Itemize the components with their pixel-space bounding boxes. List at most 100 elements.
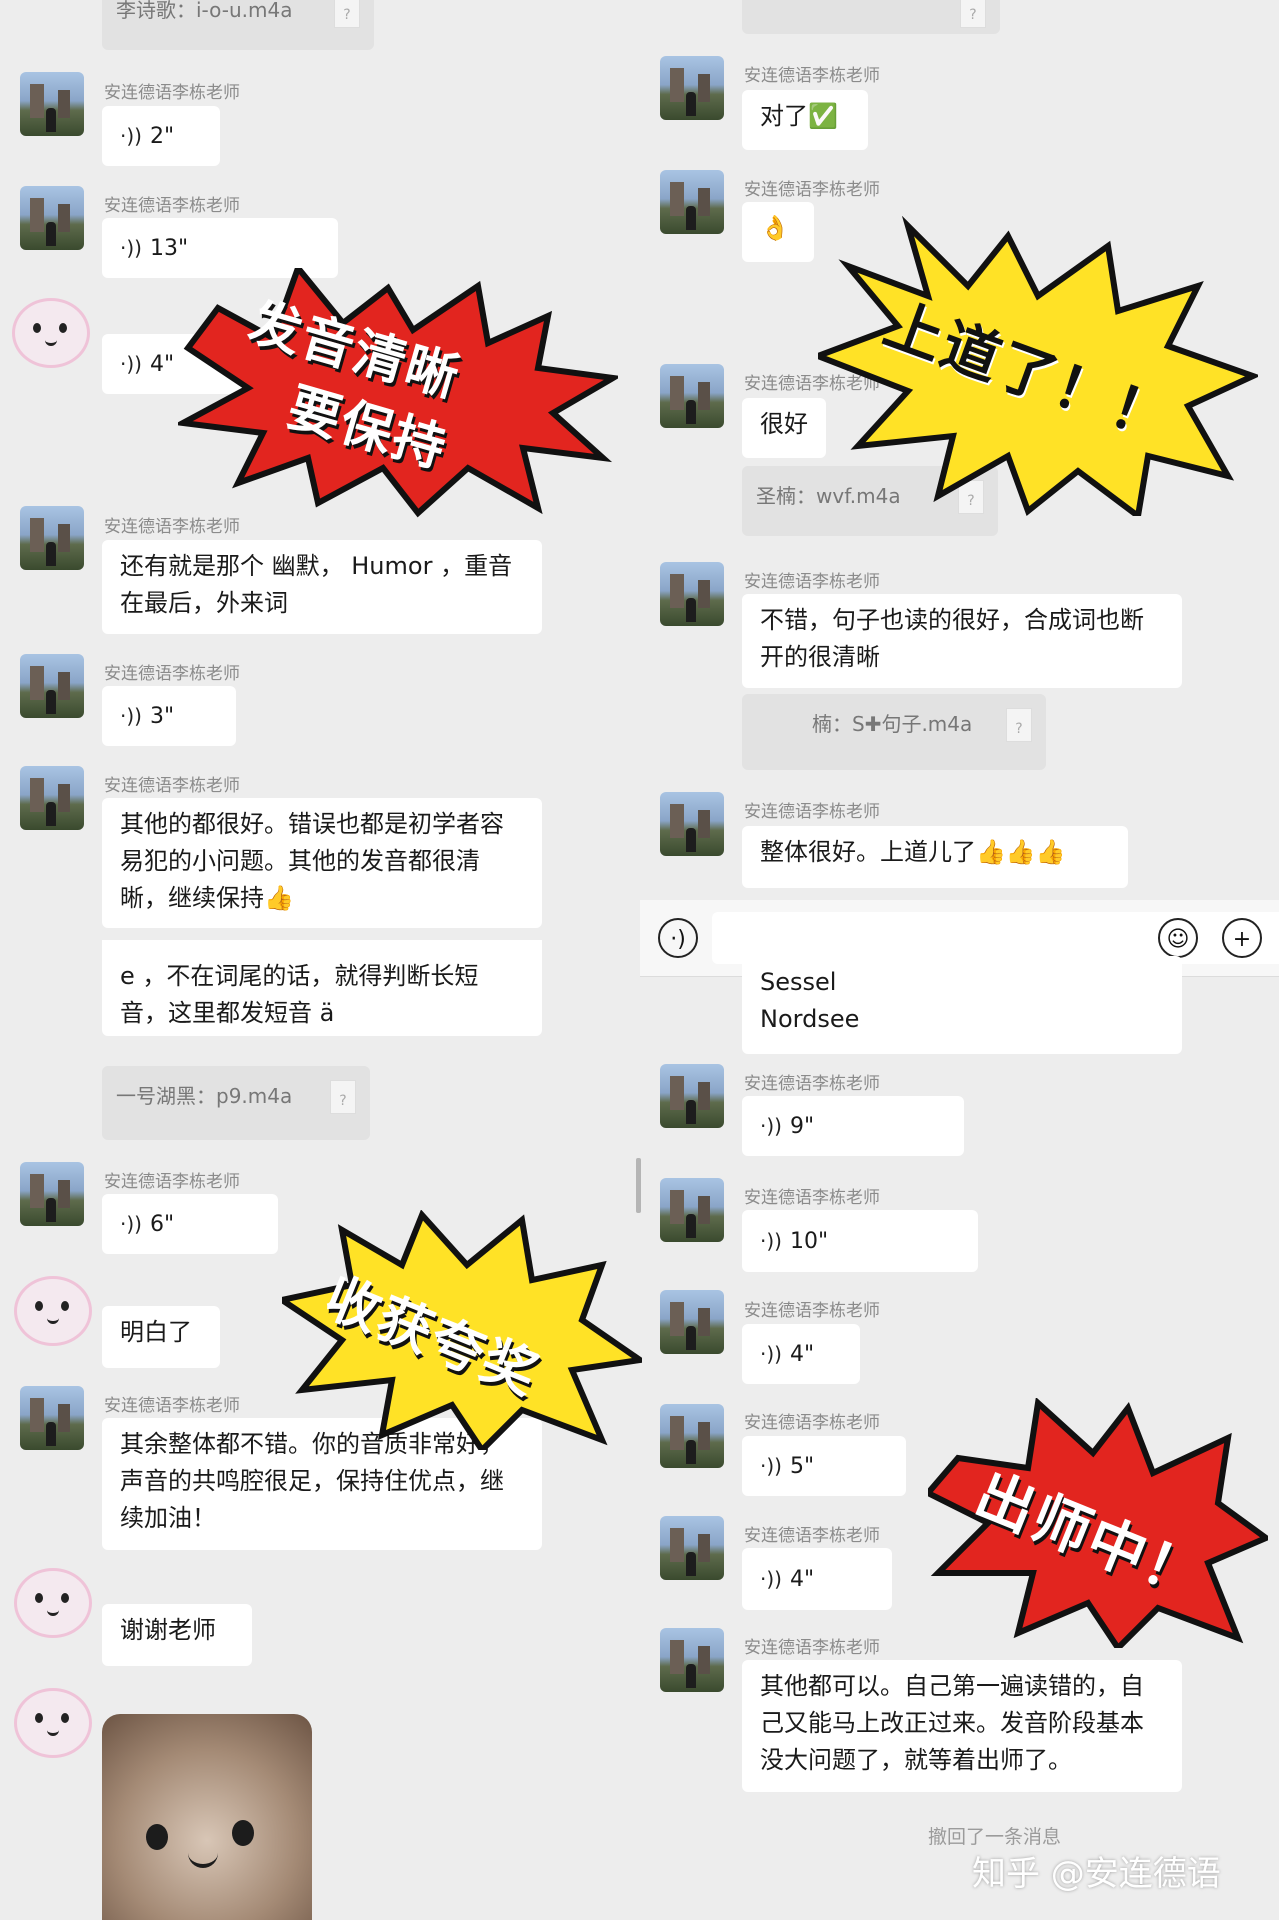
sender-name: 安连德语李栋老师 — [744, 1526, 880, 1546]
file-icon: ? — [330, 1080, 356, 1114]
avatar[interactable] — [660, 364, 724, 428]
sender-name: 安连德语李栋老师 — [744, 1638, 880, 1658]
file-name: 一号湖黑：p9.m4a — [116, 1084, 293, 1108]
text-message[interactable]: 对了✅ — [742, 90, 868, 150]
text-message[interactable]: Sessel Nordsee — [742, 956, 1182, 1054]
voice-duration: 13" — [149, 235, 189, 261]
cat-sticker-image[interactable] — [102, 1714, 312, 1920]
avatar[interactable] — [660, 1290, 724, 1354]
watermark: 知乎 @安连德语 — [972, 1854, 1221, 1894]
sender-name: 安连德语李栋老师 — [104, 83, 240, 103]
text-message[interactable]: e ，不在词尾的话，就得判断长短音，这里都发短音 ä — [102, 940, 542, 1036]
voice-wave-icon: ·)) — [120, 351, 142, 376]
sender-name: 安连德语李栋老师 — [744, 66, 880, 86]
voice-wave-icon: ·)) — [760, 1113, 782, 1138]
voice-duration: 10" — [789, 1228, 829, 1254]
sender-name: 安连德语李栋老师 — [744, 802, 880, 822]
sender-name: 安连德语李栋老师 — [104, 1396, 240, 1416]
file-message[interactable]: 李诗歌：i-o-u.m4a ? — [102, 0, 374, 50]
voice-duration: 9" — [789, 1113, 815, 1139]
avatar[interactable] — [20, 506, 84, 570]
avatar[interactable] — [20, 1386, 84, 1450]
voice-wave-icon: ·)) — [760, 1566, 782, 1591]
file-icon: ? — [960, 0, 986, 28]
text-message[interactable]: 其他的都很好。错误也都是初学者容易犯的小问题。其他的发音都很清晰，继续保持👍 — [102, 798, 542, 928]
emoji-icon[interactable]: ☺ — [1158, 918, 1198, 958]
avatar[interactable] — [660, 56, 724, 120]
voice-duration: 5" — [789, 1453, 815, 1479]
text-message[interactable]: 其他都可以。自己第一遍读错的，自己又能马上改正过来。发音阶段基本没大问题了，就等… — [742, 1660, 1182, 1792]
voice-wave-icon: ·)) — [120, 1211, 142, 1236]
avatar[interactable] — [660, 1064, 724, 1128]
sender-name: 安连德语李栋老师 — [744, 1413, 880, 1433]
burst-sticker-yellow-2: 收获夸奖 — [282, 1210, 642, 1450]
text-message[interactable]: 谢谢老师 — [102, 1604, 252, 1666]
file-message[interactable]: ? — [742, 0, 1000, 34]
plus-icon[interactable]: + — [1222, 918, 1262, 958]
voice-wave-icon: ·)) — [760, 1341, 782, 1366]
avatar[interactable] — [20, 654, 84, 718]
voice-duration: 2" — [149, 123, 175, 149]
file-name: 楠：S✚句子.m4a — [812, 712, 973, 736]
file-icon: ? — [1006, 708, 1032, 742]
sender-name: 安连德语李栋老师 — [104, 776, 240, 796]
avatar[interactable] — [660, 1178, 724, 1242]
text-message[interactable]: 很好 — [742, 398, 826, 458]
sender-name: 安连德语李栋老师 — [104, 664, 240, 684]
voice-duration: 4" — [149, 351, 175, 377]
voice-message[interactable]: ·)) 2" — [102, 106, 220, 166]
burst-sticker-yellow-1: 上道了！！ — [818, 216, 1258, 516]
voice-duration: 3" — [149, 703, 175, 729]
avatar[interactable] — [660, 1516, 724, 1580]
voice-message[interactable]: ·)) 10" — [742, 1210, 978, 1272]
voice-duration: 6" — [149, 1211, 175, 1237]
sender-name: 安连德语李栋老师 — [744, 1188, 880, 1208]
avatar[interactable] — [660, 1404, 724, 1468]
file-message[interactable]: 楠：S✚句子.m4a ? — [742, 694, 1046, 770]
voice-wave-icon: ·)) — [120, 703, 142, 728]
sender-name: 安连德语李栋老师 — [744, 1301, 880, 1321]
sender-name: 安连德语李栋老师 — [104, 196, 240, 216]
sender-name: 安连德语李栋老师 — [104, 1172, 240, 1192]
voice-wave-icon: ·)) — [760, 1453, 782, 1478]
voice-wave-icon: ·)) — [760, 1228, 782, 1253]
avatar[interactable] — [20, 766, 84, 830]
file-message[interactable]: 一号湖黑：p9.m4a ? — [102, 1066, 370, 1140]
voice-wave-icon: ·)) — [120, 235, 142, 260]
student-avatar[interactable] — [14, 1276, 92, 1346]
voice-message[interactable]: ·)) 4" — [742, 1548, 892, 1610]
avatar[interactable] — [20, 1162, 84, 1226]
avatar[interactable] — [660, 170, 724, 234]
voice-icon[interactable]: ·) — [658, 918, 698, 958]
text-message[interactable]: 👌 — [742, 202, 814, 262]
sender-name: 安连德语李栋老师 — [744, 572, 880, 592]
file-name: 李诗歌：i-o-u.m4a — [116, 0, 293, 22]
sender-name: 安连德语李栋老师 — [744, 1074, 880, 1094]
voice-message[interactable]: ·)) 4" — [742, 1324, 860, 1384]
student-avatar[interactable] — [12, 298, 90, 368]
voice-wave-icon: ·)) — [120, 123, 142, 148]
voice-message[interactable]: ·)) 3" — [102, 686, 236, 746]
file-icon: ? — [334, 0, 360, 28]
avatar[interactable] — [20, 186, 84, 250]
voice-duration: 4" — [789, 1566, 815, 1592]
burst-sticker-red-1: 发音清晰 要保持 — [178, 268, 618, 518]
voice-message[interactable]: ·)) 5" — [742, 1436, 906, 1496]
avatar[interactable] — [20, 72, 84, 136]
sender-name: 安连德语李栋老师 — [744, 180, 880, 200]
avatar[interactable] — [660, 792, 724, 856]
text-message[interactable]: 整体很好。上道儿了👍👍👍 — [742, 826, 1128, 888]
text-message[interactable]: 还有就是那个 幽默， Humor ，重音在最后，外来词 — [102, 540, 542, 634]
avatar[interactable] — [660, 1628, 724, 1692]
voice-duration: 4" — [789, 1341, 815, 1367]
student-avatar[interactable] — [14, 1688, 92, 1758]
avatar[interactable] — [660, 562, 724, 626]
voice-message[interactable]: ·)) 9" — [742, 1096, 964, 1156]
voice-message[interactable]: ·)) 6" — [102, 1194, 278, 1254]
student-avatar[interactable] — [14, 1568, 92, 1638]
burst-sticker-red-2: 出师中！ — [928, 1398, 1268, 1648]
scrollbar[interactable] — [636, 1158, 641, 1213]
text-message[interactable]: 明白了 — [102, 1306, 220, 1368]
text-message[interactable]: 不错，句子也读的很好，合成词也断开的很清晰 — [742, 594, 1182, 688]
recall-notice: 撤回了一条消息 — [928, 1826, 1062, 1848]
